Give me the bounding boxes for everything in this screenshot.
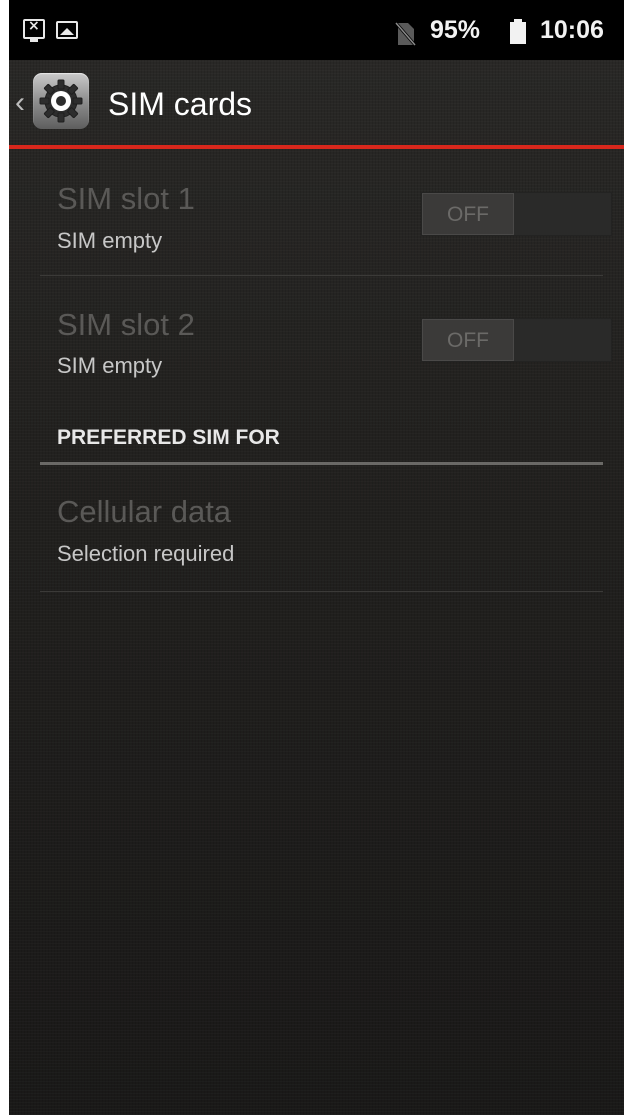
back-chevron-icon[interactable]: ‹ [15,88,25,118]
section-divider [40,462,603,465]
no-sim-icon [394,22,416,46]
sim-slot-1-toggle-label: OFF [447,203,489,226]
clock: 10:06 [540,16,604,44]
status-bar: × 95% 10:06 [9,0,624,60]
sim-slot-2-toggle-label: OFF [447,329,489,352]
battery-percentage: 95% [430,16,481,44]
sim-slot-1-title: SIM slot 1 [57,181,195,216]
screen-notification-icon: × [23,18,45,42]
cellular-data-row[interactable]: Cellular data Selection required [40,468,603,591]
settings-gear-icon[interactable] [33,73,89,129]
sim-slot-1-toggle[interactable]: OFF [421,192,612,236]
sim-slot-2-row[interactable]: SIM slot 2 SIM empty OFF [40,276,612,401]
action-bar: ‹ SIM cards [9,60,624,148]
title-underline [9,145,624,149]
section-header-preferred-sim: PREFERRED SIM FOR [57,426,280,449]
divider [40,591,603,592]
screen: × 95% 10:06 ‹ SIM cards SIM slot 1 SIM e… [9,0,624,1115]
sim-slot-2-status: SIM empty [57,353,163,378]
sim-slot-2-toggle-thumb: OFF [422,319,514,361]
sim-slot-1-row[interactable]: SIM slot 1 SIM empty OFF [40,160,612,275]
battery-icon [510,19,526,44]
image-notification-icon [56,21,78,39]
sim-slot-2-toggle[interactable]: OFF [421,318,612,362]
sim-slot-2-title: SIM slot 2 [57,307,195,342]
cellular-data-summary: Selection required [57,541,235,566]
sim-slot-1-toggle-thumb: OFF [422,193,514,235]
page-title: SIM cards [108,86,253,122]
cellular-data-title: Cellular data [57,494,232,529]
sim-slot-1-status: SIM empty [57,228,163,253]
